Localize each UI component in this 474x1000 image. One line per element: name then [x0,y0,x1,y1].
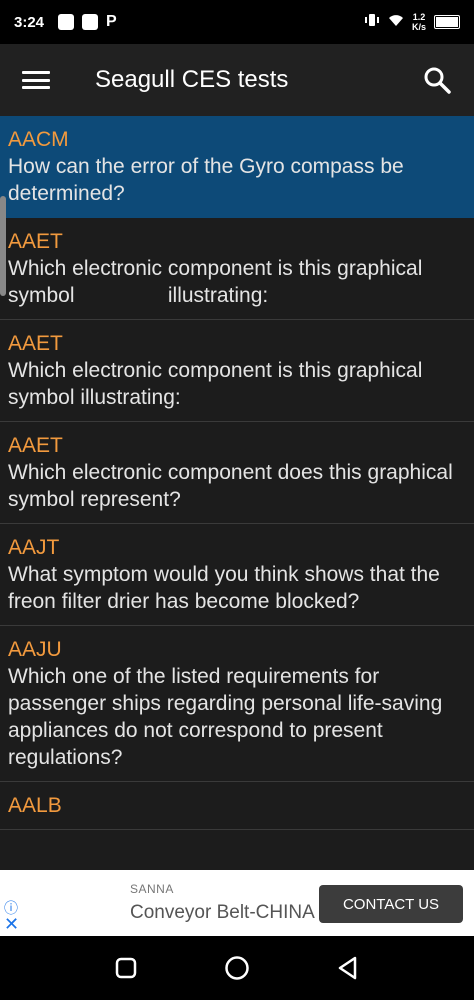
question-code: AAJU [8,638,62,661]
system-nav-bar [0,936,474,1000]
list-item[interactable]: AAJU Which one of the listed requirement… [0,626,474,782]
hamburger-menu-icon[interactable] [22,68,50,92]
triangle-back-icon[interactable] [335,955,361,981]
question-text: Which electronic component is this graph… [8,359,423,409]
list-item[interactable]: AACM How can the error of the Gyro compa… [0,116,474,218]
app-bar: Seagull CES tests [0,44,474,116]
circle-home-icon[interactable] [224,955,250,981]
question-list[interactable]: AACM How can the error of the Gyro compa… [0,116,474,870]
ad-headline[interactable]: Conveyor Belt-CHINA [130,902,320,924]
battery-icon [434,15,460,29]
question-code: AALB [8,794,62,817]
question-code: AAET [8,434,63,457]
list-item[interactable]: AAET Which electronic component is this … [0,218,474,320]
status-bar: 3:24 P 1.2 K/s [0,0,474,44]
question-text: How can the error of the Gyro compass be… [8,155,404,205]
wifi-icon [388,13,404,31]
question-code: AAET [8,332,63,355]
search-icon[interactable] [422,65,452,95]
list-item[interactable]: AALB [0,782,474,830]
question-code: AACM [8,128,69,151]
question-text: Which electronic component does this gra… [8,461,453,511]
question-text: Which electronic component is this graph… [8,257,429,307]
list-item[interactable]: AAET Which electronic component does thi… [0,422,474,524]
question-text: What symptom would you think shows that … [8,563,440,613]
ad-brand: SANNA [130,882,174,896]
gamepad-icon [82,14,99,30]
ad-banner[interactable]: ⓘ ✕ SANNA Conveyor Belt-CHINA CONTACT US [0,870,474,936]
question-text: Which one of the listed requirements for… [8,665,443,769]
network-speed: 1.2 K/s [411,12,426,32]
contact-us-button[interactable]: CONTACT US [319,885,463,923]
list-item[interactable]: AAET Which electronic component is this … [0,320,474,422]
notification-icon [58,14,75,30]
status-time: 3:24 [14,13,45,31]
close-icon[interactable]: ✕ [4,914,19,935]
square-recents-icon[interactable] [113,955,139,981]
parking-icon: P [106,13,117,30]
list-item[interactable]: AAJT What symptom would you think shows … [0,524,474,626]
vibrate-icon [364,12,380,32]
scrollbar-thumb[interactable] [0,196,6,296]
question-code: AAJT [8,536,60,559]
app-title: Seagull CES tests [95,66,289,93]
question-code: AAET [8,230,63,253]
